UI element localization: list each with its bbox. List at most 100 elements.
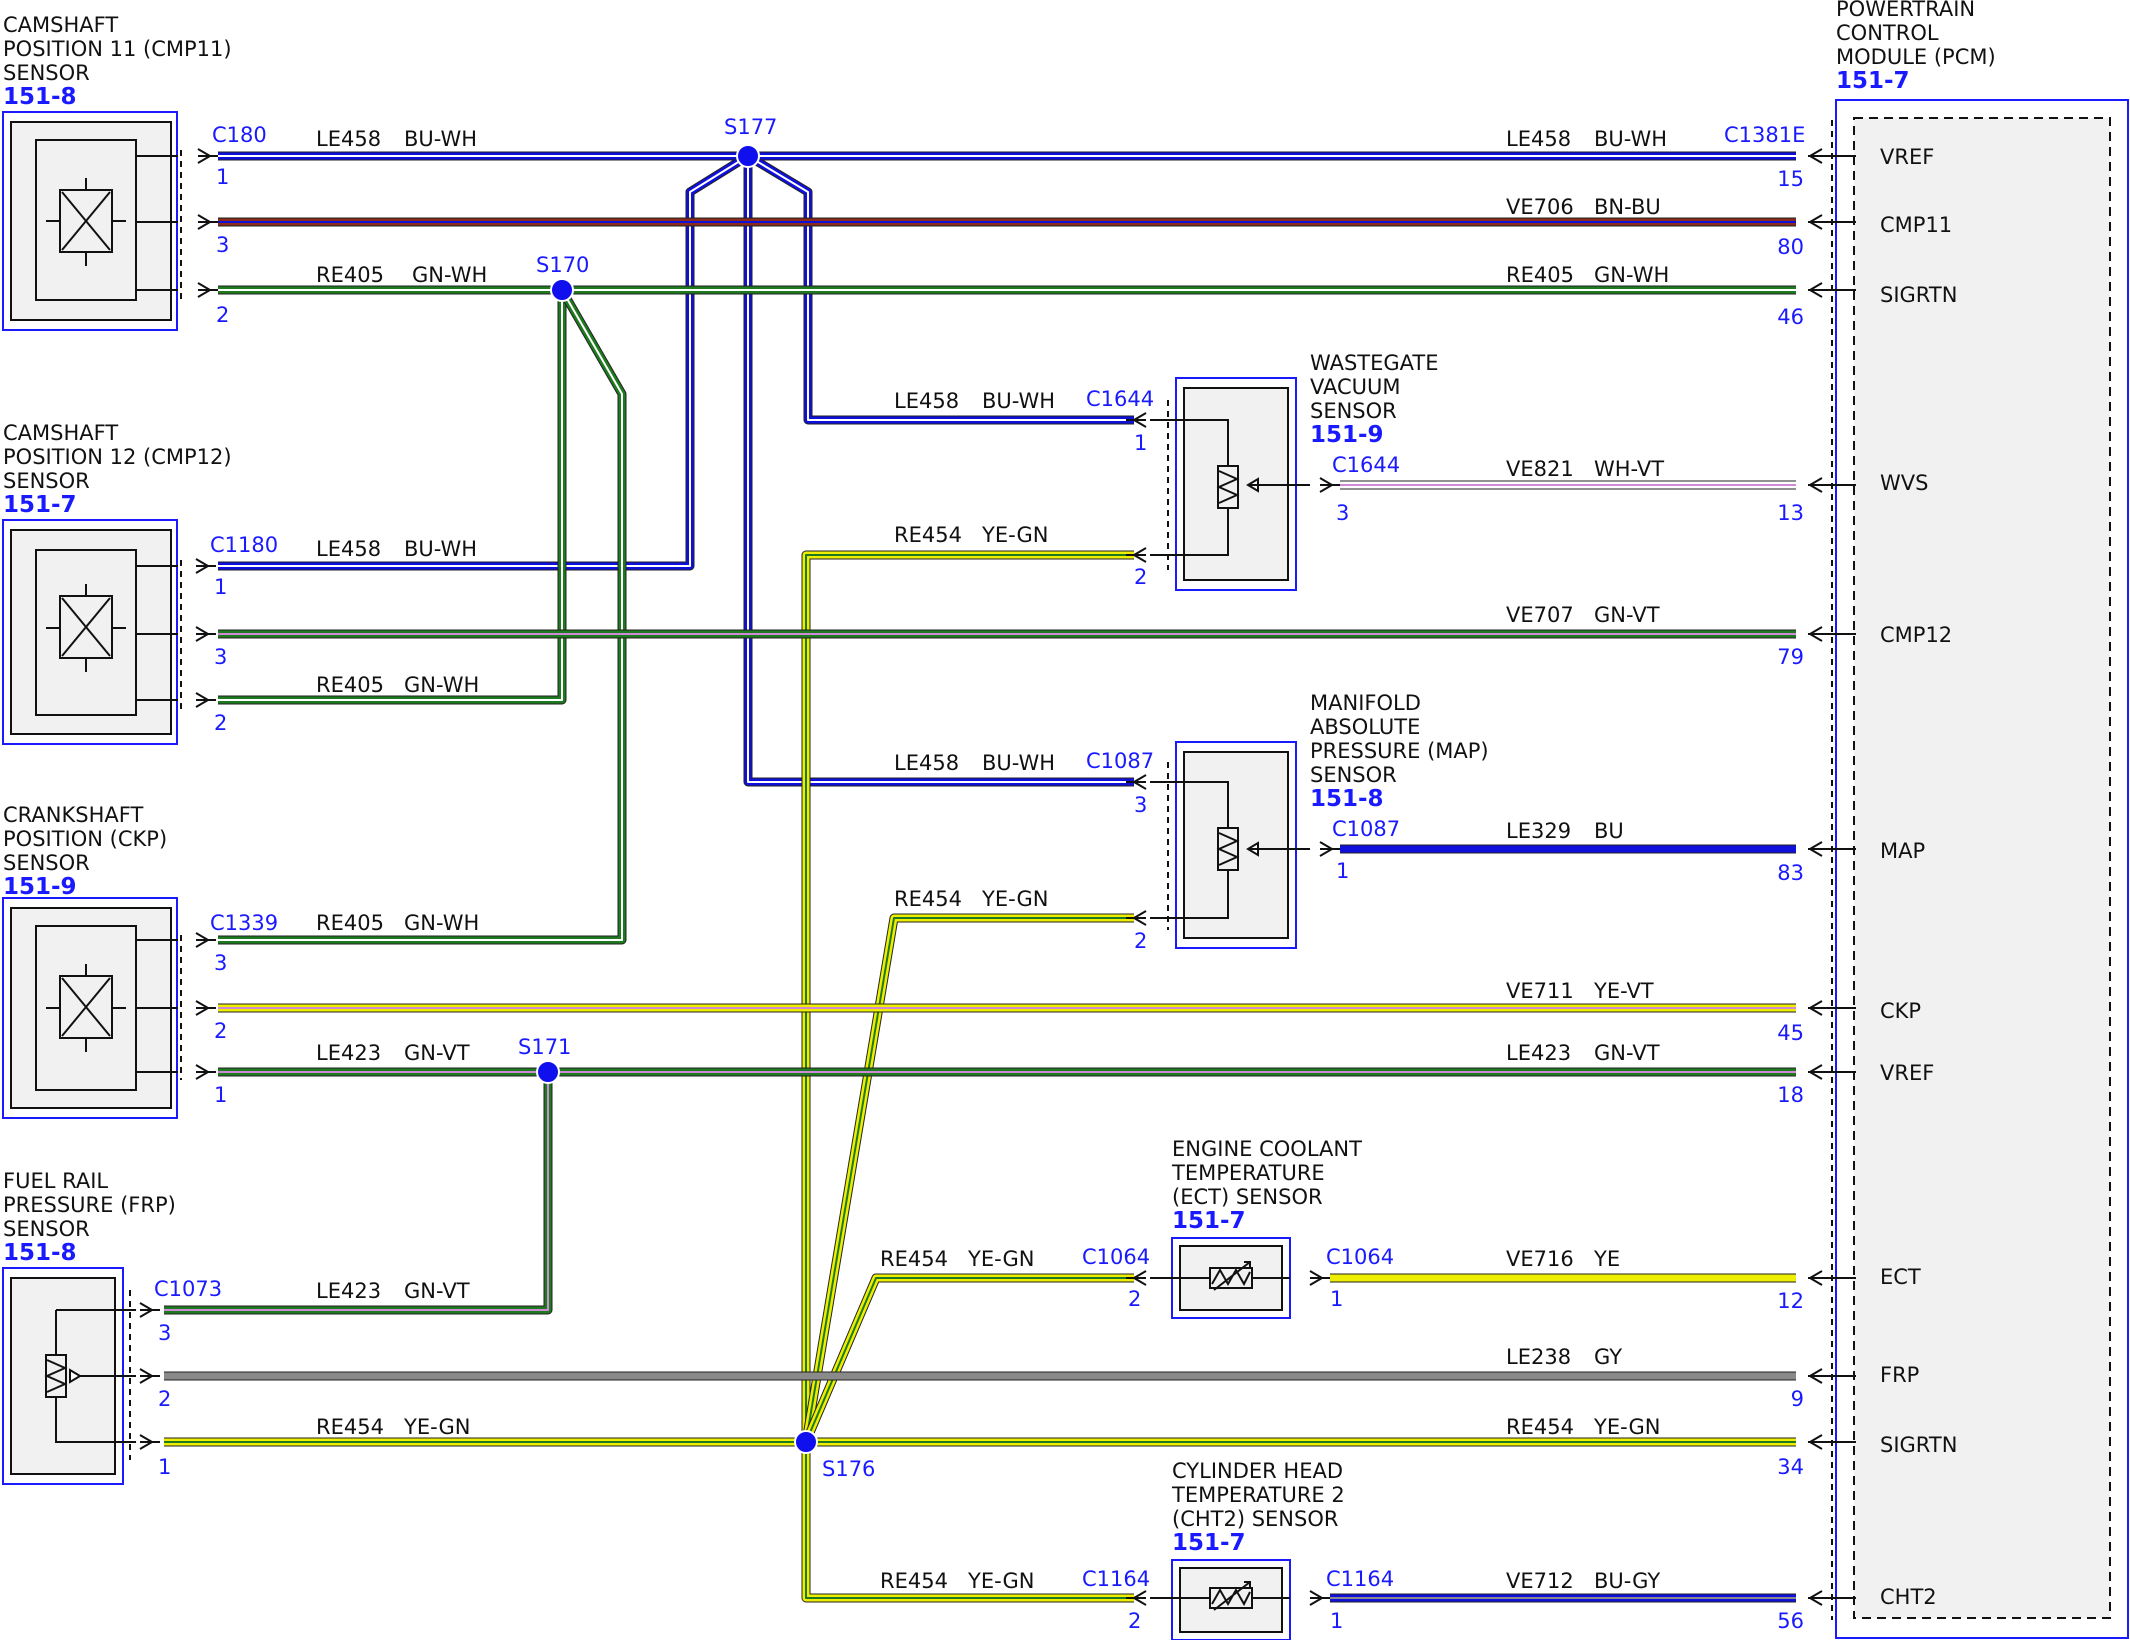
wire-le423-frp <box>164 1072 553 1315</box>
svg-text:VE716: VE716 <box>1506 1247 1574 1271</box>
svg-text:1: 1 <box>214 1083 227 1107</box>
connector-labels: C180 C1381E C1180 C1339 C1073 C1644 C164… <box>154 123 1805 1591</box>
splice-labels: S177 S170 S171 S176 <box>518 115 875 1481</box>
pin-arrow <box>195 692 216 708</box>
pin-arrow <box>1309 1590 1330 1606</box>
ckp-title: CRANKSHAFT POSITION (CKP) SENSOR 151-9 <box>3 803 167 900</box>
svg-text:YE-GN: YE-GN <box>1593 1415 1660 1439</box>
svg-text:C1381E: C1381E <box>1724 123 1805 147</box>
pcm-signal-map: MAP <box>1880 839 1925 863</box>
svg-text:GN-VT: GN-VT <box>404 1041 470 1065</box>
svg-text:RE454: RE454 <box>880 1569 948 1593</box>
svg-text:LE423: LE423 <box>316 1041 381 1065</box>
svg-text:3: 3 <box>1336 501 1349 525</box>
svg-text:SENSOR: SENSOR <box>1310 763 1397 787</box>
pin-arrow <box>139 1368 160 1384</box>
cht2-sensor <box>1150 1559 1291 1640</box>
pcm-lead <box>1808 1590 1856 1606</box>
pcm-signal-vref2: VREF <box>1880 1061 1934 1085</box>
svg-text:80: 80 <box>1777 235 1804 259</box>
svg-text:S176: S176 <box>822 1457 875 1481</box>
wire-re454-ect <box>801 1273 1134 1444</box>
cmp11-title: CAMSHAFT POSITION 11 (CMP11) SENSOR 151-… <box>3 13 232 110</box>
svg-text:ENGINE COOLANT: ENGINE COOLANT <box>1172 1137 1362 1161</box>
svg-text:151-8: 151-8 <box>3 1240 77 1266</box>
svg-text:1: 1 <box>1134 431 1147 455</box>
svg-text:1: 1 <box>1336 859 1349 883</box>
pin-arrow <box>195 558 216 574</box>
pcm-lead <box>1808 1434 1856 1450</box>
svg-text:3: 3 <box>214 951 227 975</box>
svg-text:RE454: RE454 <box>894 887 962 911</box>
svg-text:151-8: 151-8 <box>1310 786 1384 812</box>
svg-text:BU-WH: BU-WH <box>1594 127 1667 151</box>
svg-text:C1064: C1064 <box>1326 1245 1394 1269</box>
svg-text:YE-GN: YE-GN <box>981 887 1048 911</box>
svg-text:PRESSURE (MAP): PRESSURE (MAP) <box>1310 739 1489 763</box>
svg-text:YE-GN: YE-GN <box>967 1569 1034 1593</box>
svg-text:BU-WH: BU-WH <box>404 127 477 151</box>
pin-arrow <box>195 1064 216 1080</box>
pcm-signal-cmp12: CMP12 <box>1880 623 1952 647</box>
svg-text:1: 1 <box>1330 1287 1343 1311</box>
svg-text:151-9: 151-9 <box>3 874 77 900</box>
pcm-title: POWERTRAIN CONTROL MODULE (PCM) 151-7 <box>1836 0 1996 94</box>
pin-arrow <box>197 214 218 230</box>
pcm-signal-wvs: WVS <box>1880 471 1928 495</box>
svg-text:BU-WH: BU-WH <box>982 389 1055 413</box>
svg-text:GN-WH: GN-WH <box>412 263 487 287</box>
svg-text:3: 3 <box>216 233 229 257</box>
svg-text:BN-BU: BN-BU <box>1594 195 1661 219</box>
svg-text:C1073: C1073 <box>154 1277 222 1301</box>
svg-text:S171: S171 <box>518 1035 571 1059</box>
svg-text:C1164: C1164 <box>1326 1567 1394 1591</box>
svg-text:RE454: RE454 <box>894 523 962 547</box>
cmp12-sensor <box>2 519 182 745</box>
wastegate-sensor <box>1150 377 1310 591</box>
pcm-lead <box>1808 477 1856 493</box>
svg-text:C1644: C1644 <box>1086 387 1154 411</box>
svg-text:LE458: LE458 <box>894 751 959 775</box>
pcm-lead <box>1808 214 1856 230</box>
splices <box>536 144 818 1454</box>
svg-text:151-7: 151-7 <box>1172 1530 1246 1556</box>
pcm-lead <box>1808 841 1856 857</box>
svg-text:GN-VT: GN-VT <box>404 1279 470 1303</box>
svg-text:C1087: C1087 <box>1086 749 1154 773</box>
pcm-signal-sigrtn2: SIGRTN <box>1880 1433 1957 1457</box>
splice-s177 <box>736 144 760 168</box>
svg-text:YE-VT: YE-VT <box>1593 979 1654 1003</box>
pin-arrow <box>1126 1590 1147 1606</box>
svg-text:34: 34 <box>1777 1455 1804 1479</box>
svg-text:LE458: LE458 <box>1506 127 1571 151</box>
pin-arrow <box>139 1434 160 1450</box>
svg-text:LE458: LE458 <box>894 389 959 413</box>
svg-text:C1164: C1164 <box>1082 1567 1150 1591</box>
svg-text:RE454: RE454 <box>880 1247 948 1271</box>
pcm-leads <box>139 148 1856 1606</box>
cmp12-title: CAMSHAFT POSITION 12 (CMP12) SENSOR 151-… <box>3 421 232 518</box>
svg-text:(ECT) SENSOR: (ECT) SENSOR <box>1172 1185 1323 1209</box>
svg-text:151-7: 151-7 <box>3 492 77 518</box>
svg-text:RE454: RE454 <box>1506 1415 1574 1439</box>
sensor-pins: 1 3 2 1 3 2 3 2 1 3 2 1 1 3 2 3 1 2 2 1 … <box>158 165 1349 1633</box>
svg-text:WH-VT: WH-VT <box>1594 457 1664 481</box>
pin-arrow <box>195 932 216 948</box>
svg-text:C1064: C1064 <box>1082 1245 1150 1269</box>
svg-text:RE405: RE405 <box>316 263 384 287</box>
svg-text:BU-GY: BU-GY <box>1594 1569 1660 1593</box>
pin-arrow <box>1126 412 1147 428</box>
svg-text:RE405: RE405 <box>316 673 384 697</box>
svg-text:POSITION 11 (CMP11): POSITION 11 (CMP11) <box>3 37 232 61</box>
svg-text:MODULE (PCM): MODULE (PCM) <box>1836 45 1996 69</box>
pcm-lead <box>1808 1270 1856 1286</box>
splice-s170 <box>550 278 574 302</box>
svg-text:PRESSURE (FRP): PRESSURE (FRP) <box>3 1193 176 1217</box>
svg-text:GN-WH: GN-WH <box>404 673 479 697</box>
svg-text:S177: S177 <box>724 115 777 139</box>
svg-text:LE423: LE423 <box>316 1279 381 1303</box>
svg-text:SENSOR: SENSOR <box>3 469 90 493</box>
pcm-lead <box>1808 1368 1856 1384</box>
svg-text:POWERTRAIN: POWERTRAIN <box>1836 0 1975 21</box>
pin-arrow <box>197 282 218 298</box>
